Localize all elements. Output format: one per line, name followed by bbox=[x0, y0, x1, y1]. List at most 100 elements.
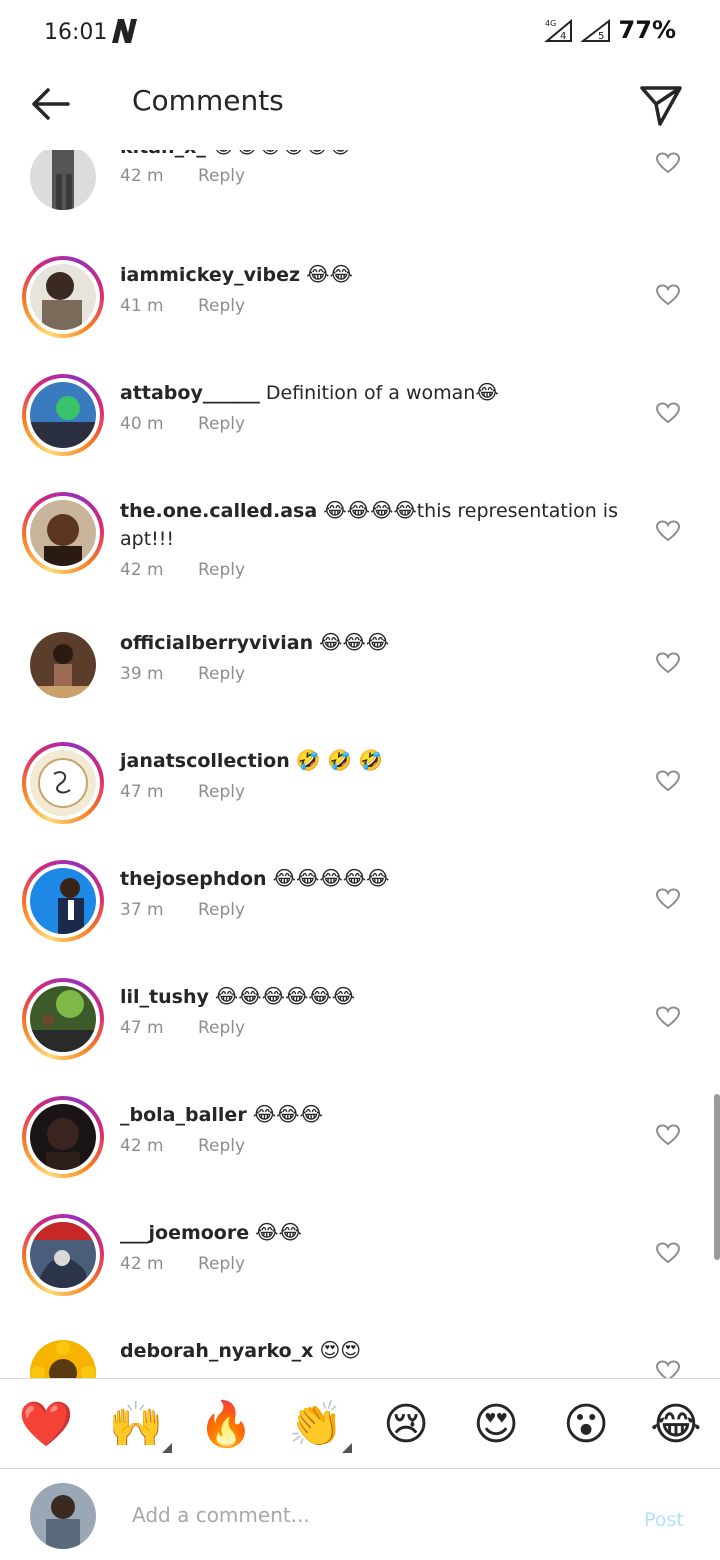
reply-button[interactable]: Reply bbox=[198, 1136, 245, 1156]
comment-meta: 42 m Reply bbox=[120, 560, 245, 580]
comment-time: 47 m bbox=[120, 1018, 164, 1038]
comments-list[interactable]: kitan_x_ 😂😂😂😂😂😂 42 m Reply iammickey_vib… bbox=[0, 150, 720, 1378]
comment-username[interactable]: ___joemoore bbox=[120, 1222, 249, 1244]
comment-input[interactable] bbox=[132, 1495, 612, 1535]
emoji-heart-button[interactable]: ❤️ bbox=[16, 1395, 76, 1455]
comment-body: Definition of a woman bbox=[259, 382, 476, 404]
paper-plane-icon[interactable] bbox=[638, 82, 684, 128]
heart-outline-icon[interactable] bbox=[656, 402, 680, 424]
reply-button[interactable]: Reply bbox=[198, 1254, 245, 1274]
avatar[interactable] bbox=[22, 492, 104, 574]
comment-time: 39 m bbox=[120, 664, 164, 684]
skin-tone-indicator bbox=[162, 1443, 172, 1453]
emoji-laughing-button[interactable]: 😂 bbox=[646, 1395, 706, 1455]
avatar[interactable] bbox=[22, 1214, 104, 1296]
svg-text:4: 4 bbox=[560, 31, 566, 42]
signal-4g-icon: 4G 4 bbox=[543, 18, 572, 42]
comment-meta: 47 m Reply bbox=[120, 782, 245, 802]
comment-meta: 37 m Reply bbox=[120, 900, 245, 920]
post-button[interactable]: Post bbox=[644, 1509, 684, 1531]
scrollbar[interactable] bbox=[714, 1094, 720, 1260]
svg-text:5: 5 bbox=[598, 31, 604, 42]
avatar[interactable] bbox=[22, 150, 104, 218]
comment-time: 41 m bbox=[120, 296, 164, 316]
comment-text: kitan_x_ 😂😂😂😂😂😂 bbox=[120, 150, 640, 161]
heart-outline-icon[interactable] bbox=[656, 1006, 680, 1028]
comments-header: Comments bbox=[0, 66, 720, 150]
heart-outline-icon[interactable] bbox=[656, 888, 680, 910]
heart-outline-icon[interactable] bbox=[656, 652, 680, 674]
comment-emoji: 😂😂😂 bbox=[319, 630, 390, 654]
emoji-clapping-button[interactable]: 👏 bbox=[286, 1395, 352, 1455]
heart-outline-icon[interactable] bbox=[656, 1124, 680, 1146]
emoji-heart-eyes-button[interactable]: 😍 bbox=[466, 1395, 526, 1455]
comment-meta: 47 m Reply bbox=[120, 1018, 245, 1038]
comment-text: deborah_nyarko_x 😍😍 bbox=[120, 1336, 640, 1365]
emoji-raised-hands-button[interactable]: 🙌 bbox=[106, 1395, 172, 1455]
comment-username[interactable]: lil_tushy bbox=[120, 986, 209, 1008]
emoji-clapping-icon: 👏 bbox=[288, 1399, 344, 1450]
reply-button[interactable]: Reply bbox=[198, 900, 245, 920]
reply-button[interactable]: Reply bbox=[198, 1018, 245, 1038]
avatar[interactable] bbox=[22, 374, 104, 456]
skin-tone-indicator bbox=[342, 1443, 352, 1453]
comment-time: 47 m bbox=[120, 782, 164, 802]
battery-level: 77% bbox=[618, 16, 676, 44]
comment-username[interactable]: iammickey_vibez bbox=[120, 264, 300, 286]
comment-emoji: 😂 bbox=[475, 380, 499, 404]
comment-composer: Post bbox=[0, 1468, 720, 1560]
comment-username[interactable]: attaboy______ bbox=[120, 382, 260, 404]
heart-outline-icon[interactable] bbox=[656, 152, 680, 174]
comment-time: 40 m bbox=[120, 414, 164, 434]
page-title: Comments bbox=[132, 84, 284, 117]
avatar[interactable] bbox=[22, 256, 104, 338]
reply-button[interactable]: Reply bbox=[198, 782, 245, 802]
comment-time: 42 m bbox=[120, 1136, 164, 1156]
comment-meta: 40 m Reply bbox=[120, 414, 245, 434]
comment-emoji: 😂😂😂😂😂😂 bbox=[214, 984, 356, 1008]
reply-button[interactable]: Reply bbox=[198, 560, 245, 580]
comment-emoji: 😂😂 bbox=[306, 262, 353, 286]
heart-outline-icon[interactable] bbox=[656, 1360, 680, 1378]
arrow-left-icon[interactable] bbox=[26, 84, 76, 124]
avatar[interactable] bbox=[22, 624, 104, 706]
my-avatar[interactable] bbox=[30, 1483, 96, 1549]
emoji-crying-button[interactable]: 😢 bbox=[376, 1395, 436, 1455]
emoji-surprised-button[interactable]: 😮 bbox=[556, 1395, 616, 1455]
comment-username[interactable]: officialberryvivian bbox=[120, 632, 313, 654]
comment-text: ___joemoore 😂😂 bbox=[120, 1218, 640, 1247]
comment-meta: 42 m Reply bbox=[120, 166, 245, 186]
avatar[interactable] bbox=[22, 1096, 104, 1178]
reply-button[interactable]: Reply bbox=[198, 166, 245, 186]
comment-text: thejosephdon 😂😂😂😂😂 bbox=[120, 864, 640, 893]
heart-outline-icon[interactable] bbox=[656, 770, 680, 792]
comment-username[interactable]: thejosephdon bbox=[120, 868, 267, 890]
heart-outline-icon[interactable] bbox=[656, 1242, 680, 1264]
comment-username[interactable]: kitan_x_ bbox=[120, 150, 206, 158]
reply-button[interactable]: Reply bbox=[198, 664, 245, 684]
comment-text: janatscollection 🤣 🤣 🤣 bbox=[120, 746, 640, 775]
avatar[interactable] bbox=[22, 860, 104, 942]
comment-emoji: 😂😂😂😂 bbox=[323, 498, 417, 522]
status-indicators: 4G 4 5 77% bbox=[543, 16, 676, 44]
comment-time: 37 m bbox=[120, 900, 164, 920]
comment-text: the.one.called.asa 😂😂😂😂this representati… bbox=[120, 496, 640, 553]
comment-username[interactable]: _bola_baller bbox=[120, 1104, 247, 1126]
heart-outline-icon[interactable] bbox=[656, 520, 680, 542]
comment-emoji: 😂😂 bbox=[255, 1220, 302, 1244]
comment-time: 42 m bbox=[120, 166, 164, 186]
avatar[interactable] bbox=[22, 1332, 104, 1378]
status-bar: 16:01 4G 4 5 77% bbox=[0, 0, 720, 66]
reply-button[interactable]: Reply bbox=[198, 296, 245, 316]
comment-username[interactable]: the.one.called.asa bbox=[120, 500, 317, 522]
comment-text: lil_tushy 😂😂😂😂😂😂 bbox=[120, 982, 640, 1011]
heart-outline-icon[interactable] bbox=[656, 284, 680, 306]
reply-button[interactable]: Reply bbox=[198, 414, 245, 434]
comment-username[interactable]: janatscollection bbox=[120, 750, 290, 772]
comment-time: 42 m bbox=[120, 1254, 164, 1274]
comment-username[interactable]: deborah_nyarko_x bbox=[120, 1340, 313, 1362]
avatar[interactable] bbox=[22, 978, 104, 1060]
emoji-fire-button[interactable]: 🔥 bbox=[196, 1395, 256, 1455]
comment-emoji: 😍😍 bbox=[319, 1338, 362, 1362]
avatar[interactable] bbox=[22, 742, 104, 824]
